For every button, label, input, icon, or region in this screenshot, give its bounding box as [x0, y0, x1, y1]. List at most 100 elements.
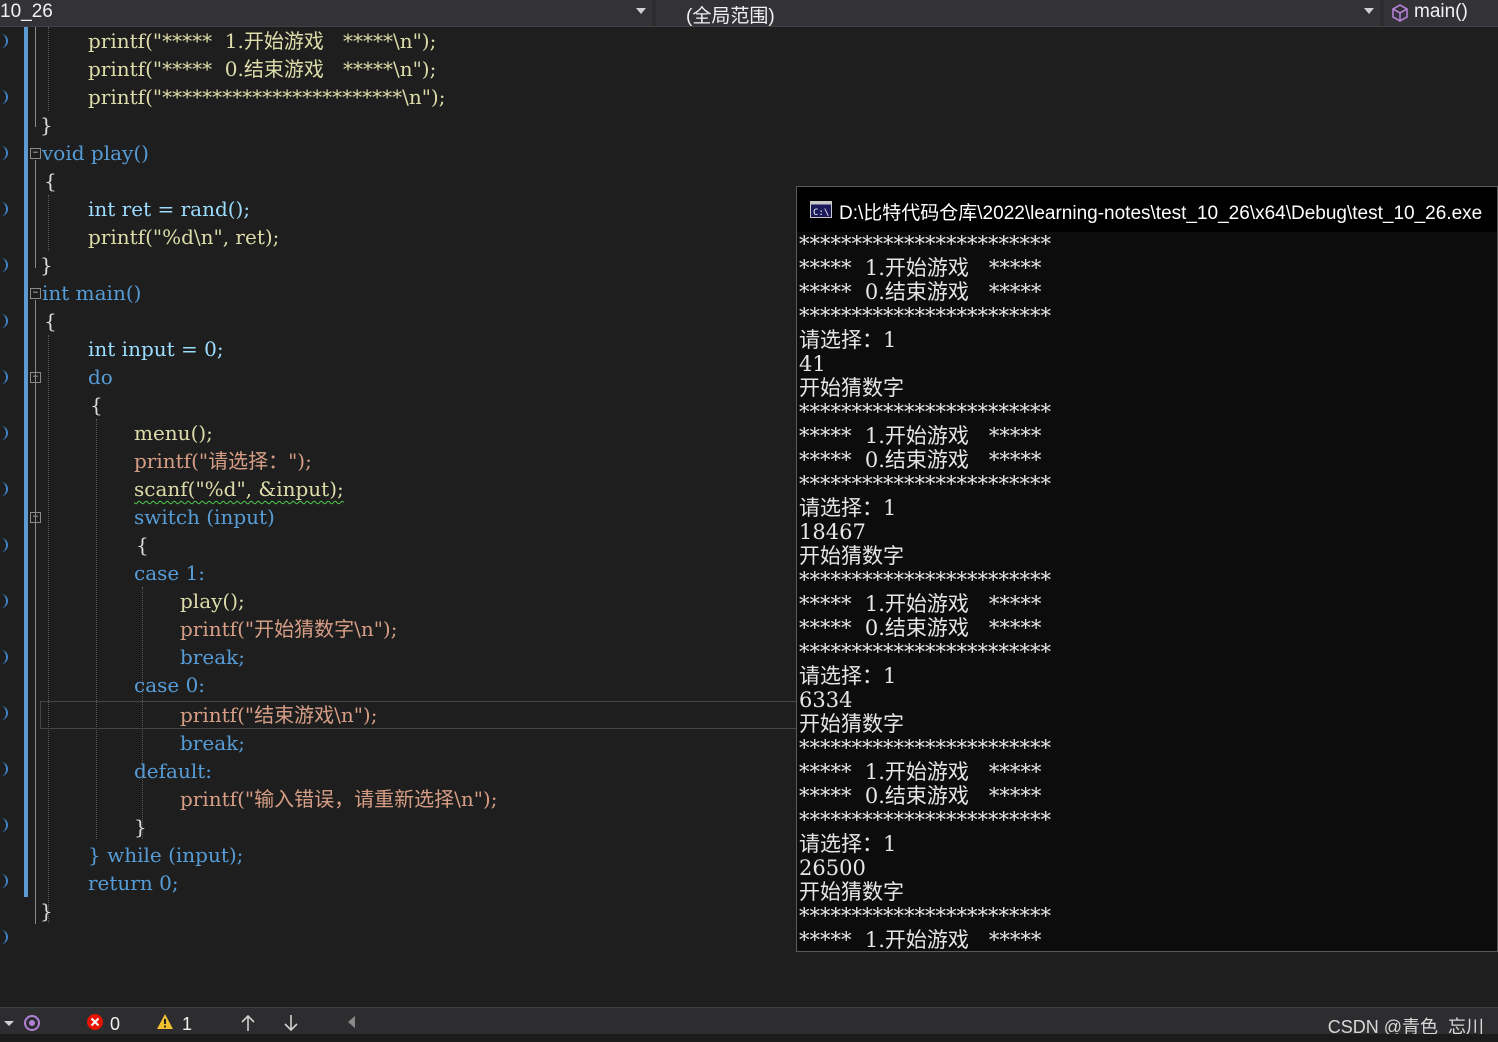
code-text: printf("%d\n", ret); [88, 225, 280, 249]
file-scope-dropdown[interactable]: 10_26 [0, 0, 652, 26]
console-line: ************************ [799, 640, 1051, 664]
code-text: } [40, 253, 53, 277]
indent-guide [48, 27, 49, 111]
code-line[interactable]: break; [180, 643, 245, 671]
code-text: } [134, 815, 147, 839]
code-line[interactable]: play(); [180, 587, 245, 615]
console-line: ************************ [799, 736, 1051, 760]
code-text: return 0; [88, 871, 179, 895]
warning-count[interactable]: 1 [182, 1014, 192, 1035]
gutter-marker [0, 594, 8, 608]
code-line[interactable]: { [44, 307, 57, 335]
code-text: play(); [180, 589, 245, 613]
code-line[interactable]: menu(); [134, 419, 213, 447]
code-line[interactable]: } while (input); [88, 841, 243, 869]
code-line[interactable]: { [90, 391, 103, 419]
console-window[interactable]: C:\ D:\比特代码仓库\2022\learning-notes\test_1… [796, 186, 1498, 952]
scroll-left-icon[interactable] [348, 1016, 355, 1028]
gutter-marker [0, 90, 8, 104]
console-line: 26500 [799, 856, 866, 880]
console-line: 请选择：1 [799, 832, 897, 856]
gutter-marker [0, 426, 8, 440]
code-line[interactable]: do [88, 363, 113, 391]
code-line[interactable]: } [134, 813, 147, 841]
member-label: main() [1414, 1, 1468, 22]
gutter-marker [0, 762, 8, 776]
code-text: int main() [42, 281, 142, 305]
code-line[interactable]: } [40, 251, 53, 279]
code-text: { [44, 309, 57, 333]
member-dropdown[interactable]: main() [1384, 0, 1498, 26]
code-text: printf("请选择："); [134, 449, 312, 473]
console-title: D:\比特代码仓库\2022\learning-notes\test_10_26… [839, 203, 1483, 224]
code-line[interactable]: break; [180, 729, 245, 757]
console-line: 开始猜数字 [799, 880, 904, 904]
code-line[interactable]: printf("%d\n", ret); [88, 223, 279, 251]
code-line[interactable]: printf("***** 1.开始游戏 *****\n"); [88, 27, 436, 55]
code-line[interactable]: } [40, 111, 53, 139]
code-line[interactable]: default: [134, 757, 212, 785]
fold-region-line [35, 160, 36, 268]
code-line[interactable]: scanf("%d", &input); [134, 475, 344, 503]
global-scope-dropdown[interactable]: (全局范围) [656, 0, 1380, 27]
indent-guide [48, 195, 49, 251]
gutter-marker [0, 482, 8, 496]
console-line: 请选择：1 [799, 496, 897, 520]
gutter-marker [0, 818, 8, 832]
console-line: ***** 1.开始游戏 ***** [799, 592, 1042, 616]
code-line[interactable]: int ret = rand(); [88, 195, 250, 223]
code-text: scanf("%d", &input); [134, 477, 344, 501]
collapse-icon[interactable]: − [30, 148, 41, 159]
arrow-up-icon[interactable] [240, 1014, 256, 1032]
chevron-down-icon[interactable] [636, 8, 646, 14]
code-line[interactable]: case 0: [134, 671, 205, 699]
console-line: ***** 1.开始游戏 ***** [799, 928, 1042, 951]
error-count[interactable]: 0 [110, 1014, 120, 1035]
code-line[interactable]: { [44, 167, 57, 195]
code-line[interactable]: int main() [42, 279, 141, 307]
collapse-icon[interactable]: − [30, 288, 41, 299]
code-text: printf("开始猜数字\n"); [180, 617, 398, 641]
code-line[interactable]: { [136, 531, 149, 559]
navigation-bar: 10_26 (全局范围) main() [0, 0, 1498, 27]
code-text: printf("************************\n"); [88, 85, 446, 109]
code-line[interactable]: switch (input) [134, 503, 275, 531]
code-text: } while (input); [88, 843, 244, 867]
console-line: 开始猜数字 [799, 712, 904, 736]
code-line[interactable]: return 0; [88, 869, 179, 897]
code-line[interactable]: printf("***** 0.结束游戏 *****\n"); [88, 55, 436, 83]
code-line[interactable]: printf("结束游戏\n"); [180, 701, 377, 729]
horizontal-scrollbar[interactable] [0, 1034, 1498, 1042]
chevron-down-icon[interactable] [1364, 8, 1374, 14]
console-title-bar[interactable]: C:\ D:\比特代码仓库\2022\learning-notes\test_1… [797, 187, 1497, 232]
code-line[interactable]: void play() [42, 139, 149, 167]
console-output[interactable]: ************************ ***** 1.开始游戏 **… [799, 232, 1497, 951]
arrow-down-icon[interactable] [283, 1014, 299, 1032]
code-line[interactable]: printf("输入错误，请重新选择\n"); [180, 785, 497, 813]
console-icon-label: C:\ [813, 208, 829, 218]
console-line: ************************ [799, 472, 1051, 496]
method-cube-icon [1392, 4, 1408, 22]
console-line: 开始猜数字 [799, 376, 904, 400]
warning-icon[interactable] [156, 1013, 174, 1031]
code-text: } [40, 899, 53, 923]
gutter-marker [0, 874, 8, 888]
code-line[interactable]: printf("开始猜数字\n"); [180, 615, 397, 643]
code-line[interactable]: printf("请选择："); [134, 447, 312, 475]
gutter-marker [0, 314, 8, 328]
error-icon[interactable] [86, 1013, 104, 1031]
zoom-dropdown[interactable] [4, 1021, 14, 1026]
copilot-icon[interactable] [22, 1013, 42, 1033]
code-line[interactable]: int input = 0; [88, 335, 224, 363]
code-line[interactable]: } [40, 897, 53, 925]
code-text: break; [180, 731, 245, 755]
code-text: printf("输入错误，请重新选择\n"); [180, 787, 498, 811]
code-line[interactable]: printf("************************\n"); [88, 83, 445, 111]
console-line: ************************ [799, 808, 1051, 832]
indent-guide [48, 335, 49, 923]
file-scope-label: 10_26 [0, 1, 53, 22]
gutter-marker [0, 706, 8, 720]
code-line[interactable]: case 1: [134, 559, 205, 587]
console-line: ************************ [799, 400, 1051, 424]
ide-window: 10_26 (全局范围) main() − − printf("***** 1.… [0, 0, 1498, 1042]
